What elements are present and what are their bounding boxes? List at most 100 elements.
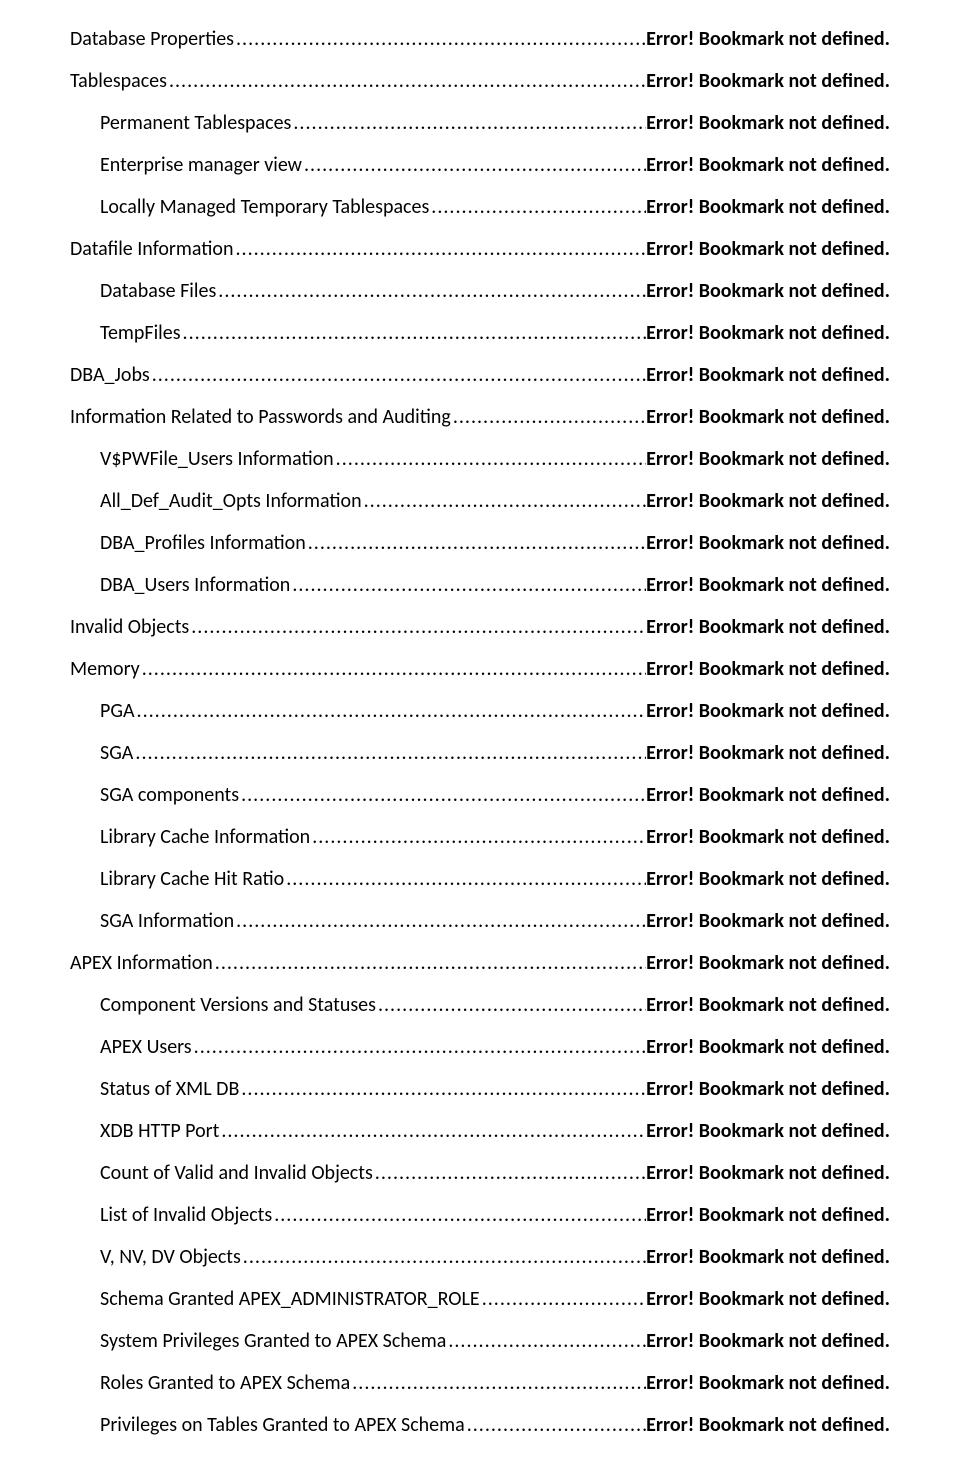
- toc-leader-dots: ........................................…: [167, 69, 646, 93]
- toc-entry: PGA.....................................…: [70, 690, 890, 732]
- toc-error-status: Error! Bookmark not defined.: [646, 1035, 890, 1059]
- toc-leader-dots: ........................................…: [373, 1161, 646, 1185]
- toc-entry-title: Invalid Objects: [70, 615, 189, 639]
- toc-entry-title: PGA: [100, 699, 135, 723]
- toc-entry-title: SGA components: [100, 783, 239, 807]
- toc-leader-dots: ........................................…: [189, 615, 646, 639]
- toc-entry-title: Database Properties: [70, 27, 234, 51]
- toc-leader-dots: ........................................…: [239, 783, 646, 807]
- toc-entry-title: TempFiles: [100, 321, 181, 345]
- toc-error-status: Error! Bookmark not defined.: [646, 1329, 890, 1353]
- toc-entry: APEX Users..............................…: [70, 1026, 890, 1068]
- toc-leader-dots: ........................................…: [150, 363, 646, 387]
- toc-leader-dots: ........................................…: [310, 825, 646, 849]
- toc-error-status: Error! Bookmark not defined.: [646, 909, 890, 933]
- toc-entry-title: Component Versions and Statuses: [100, 993, 376, 1017]
- toc-error-status: Error! Bookmark not defined.: [646, 1119, 890, 1143]
- toc-entry: Information Related to Passwords and Aud…: [70, 396, 890, 438]
- toc-entry-title: XDB HTTP Port: [100, 1119, 219, 1143]
- toc-error-status: Error! Bookmark not defined.: [646, 699, 890, 723]
- toc-entry: TempFiles...............................…: [70, 312, 890, 354]
- toc-entry-title: Database Files: [100, 279, 216, 303]
- toc-error-status: Error! Bookmark not defined.: [646, 1413, 890, 1437]
- toc-error-status: Error! Bookmark not defined.: [646, 489, 890, 513]
- toc-error-status: Error! Bookmark not defined.: [646, 615, 890, 639]
- toc-entry-title: Library Cache Hit Ratio: [100, 867, 284, 891]
- toc-leader-dots: ........................................…: [465, 1413, 646, 1437]
- toc-entry-title: Library Cache Information: [100, 825, 310, 849]
- toc-error-status: Error! Bookmark not defined.: [646, 741, 890, 765]
- toc-entry-title: Locally Managed Temporary Tablespaces: [100, 195, 429, 219]
- toc-leader-dots: ........................................…: [446, 1329, 646, 1353]
- toc-error-status: Error! Bookmark not defined.: [646, 153, 890, 177]
- toc-entry-title: Schema Granted APEX_ADMINISTRATOR_ROLE: [100, 1287, 480, 1311]
- toc-entry: Tablespaces.............................…: [70, 60, 890, 102]
- toc-error-status: Error! Bookmark not defined.: [646, 783, 890, 807]
- toc-error-status: Error! Bookmark not defined.: [646, 27, 890, 51]
- toc-entry-title: DBA_Profiles Information: [100, 531, 306, 555]
- toc-leader-dots: ........................................…: [135, 699, 647, 723]
- toc-entry: V$PWFile_Users Information..............…: [70, 438, 890, 480]
- toc-entry: Count of Valid and Invalid Objects......…: [70, 1152, 890, 1194]
- toc-error-status: Error! Bookmark not defined.: [646, 951, 890, 975]
- toc-entry-title: Permanent Tablespaces: [100, 111, 291, 135]
- toc-error-status: Error! Bookmark not defined.: [646, 867, 890, 891]
- toc-leader-dots: ........................................…: [362, 489, 647, 513]
- toc-entry: Schema Granted APEX_ADMINISTRATOR_ROLE..…: [70, 1278, 890, 1320]
- toc-leader-dots: ........................................…: [239, 1077, 646, 1101]
- toc-error-status: Error! Bookmark not defined.: [646, 69, 890, 93]
- toc-entry-title: Datafile Information: [70, 237, 233, 261]
- toc-entry: XDB HTTP Port...........................…: [70, 1110, 890, 1152]
- toc-error-status: Error! Bookmark not defined.: [646, 279, 890, 303]
- toc-entry-title: Roles Granted to APEX Schema: [100, 1371, 350, 1395]
- toc-leader-dots: ........................................…: [376, 993, 646, 1017]
- toc-error-status: Error! Bookmark not defined.: [646, 993, 890, 1017]
- toc-entry: Locally Managed Temporary Tablespaces...…: [70, 186, 890, 228]
- toc-leader-dots: ........................................…: [284, 867, 646, 891]
- toc-error-status: Error! Bookmark not defined.: [646, 531, 890, 555]
- toc-error-status: Error! Bookmark not defined.: [646, 573, 890, 597]
- toc-entry-title: Information Related to Passwords and Aud…: [70, 405, 451, 429]
- toc-leader-dots: ........................................…: [429, 195, 646, 219]
- toc-entry: Invalid Objects.........................…: [70, 606, 890, 648]
- toc-entry-title: Tablespaces: [70, 69, 167, 93]
- toc-leader-dots: ........................................…: [234, 909, 646, 933]
- toc-error-status: Error! Bookmark not defined.: [646, 1371, 890, 1395]
- toc-error-status: Error! Bookmark not defined.: [646, 1077, 890, 1101]
- toc-leader-dots: ........................................…: [213, 951, 646, 975]
- toc-entry: Status of XML DB........................…: [70, 1068, 890, 1110]
- toc-entry-title: List of Invalid Objects: [100, 1203, 272, 1227]
- toc-entry: DBA_Profiles Information................…: [70, 522, 890, 564]
- toc-entry: Database Files..........................…: [70, 270, 890, 312]
- toc-error-status: Error! Bookmark not defined.: [646, 1287, 890, 1311]
- toc-error-status: Error! Bookmark not defined.: [646, 657, 890, 681]
- toc-page: Database Properties.....................…: [0, 0, 960, 1476]
- toc-entry: DBA_Users Information...................…: [70, 564, 890, 606]
- toc-error-status: Error! Bookmark not defined.: [646, 321, 890, 345]
- toc-entry: Roles Granted to APEX Schema............…: [70, 1362, 890, 1404]
- toc-error-status: Error! Bookmark not defined.: [646, 195, 890, 219]
- toc-entry: Component Versions and Statuses.........…: [70, 984, 890, 1026]
- toc-entry: Permanent Tablespaces...................…: [70, 102, 890, 144]
- toc-entry-title: Privileges on Tables Granted to APEX Sch…: [100, 1413, 465, 1437]
- toc-entry-title: System Privileges Granted to APEX Schema: [100, 1329, 446, 1353]
- toc-leader-dots: ........................................…: [241, 1245, 646, 1269]
- toc-entry: DBA_Jobs................................…: [70, 354, 890, 396]
- toc-entry: Datafile Information....................…: [70, 228, 890, 270]
- toc-entry: SGA.....................................…: [70, 732, 890, 774]
- toc-error-status: Error! Bookmark not defined.: [646, 237, 890, 261]
- toc-leader-dots: ........................................…: [350, 1371, 646, 1395]
- toc-leader-dots: ........................................…: [272, 1203, 646, 1227]
- toc-leader-dots: ........................................…: [306, 531, 646, 555]
- toc-leader-dots: ........................................…: [291, 111, 646, 135]
- toc-leader-dots: ........................................…: [181, 321, 647, 345]
- toc-entry-title: APEX Information: [70, 951, 213, 975]
- toc-error-status: Error! Bookmark not defined.: [646, 1245, 890, 1269]
- toc-entry: Library Cache Information...............…: [70, 816, 890, 858]
- toc-leader-dots: ........................................…: [219, 1119, 646, 1143]
- toc-leader-dots: ........................................…: [216, 279, 646, 303]
- toc-entry-title: V, NV, DV Objects: [100, 1245, 241, 1269]
- toc-entry: Memory..................................…: [70, 648, 890, 690]
- toc-entry: System Privileges Granted to APEX Schema…: [70, 1320, 890, 1362]
- toc-entry: APEX Information........................…: [70, 942, 890, 984]
